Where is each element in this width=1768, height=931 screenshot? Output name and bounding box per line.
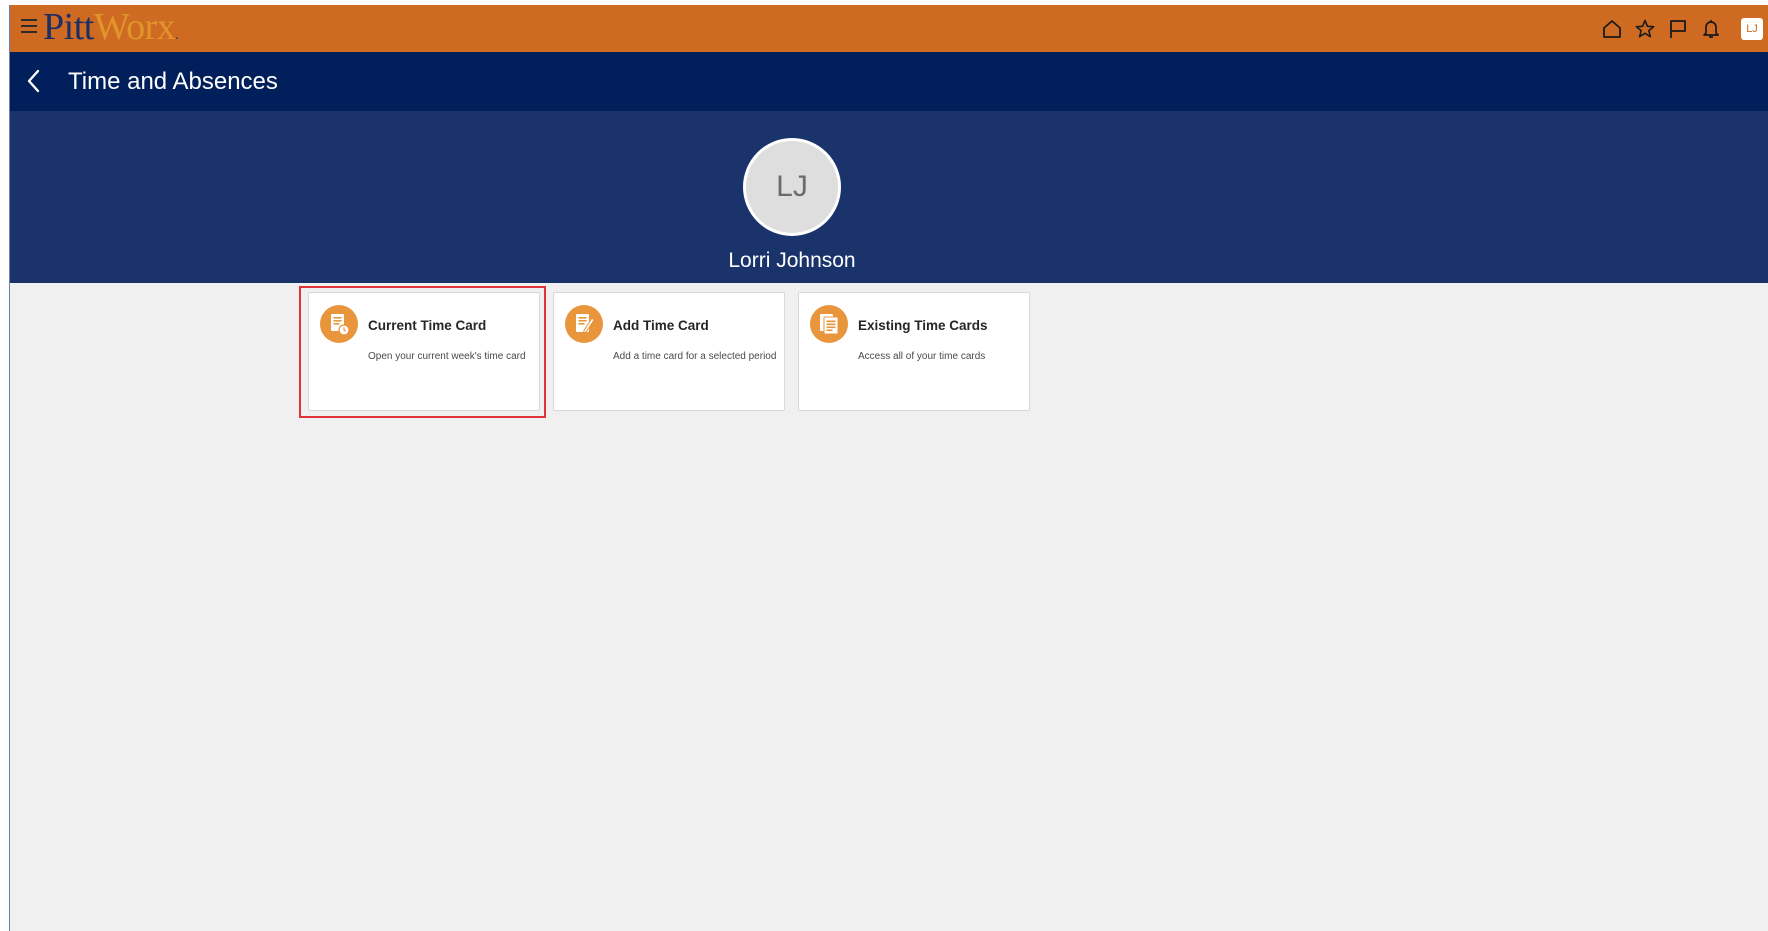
card-title: Current Time Card [368, 318, 487, 333]
pittworx-logo[interactable]: PittWorx. [43, 6, 179, 48]
add-time-card-tile[interactable]: Add Time Card Add a time card for a sele… [553, 292, 785, 411]
brand-bar: PittWorx. LJ [10, 5, 1768, 52]
timecard-clock-icon [320, 305, 358, 343]
card-title: Add Time Card [613, 318, 709, 333]
logo-text-pitt: Pitt [43, 6, 94, 48]
bell-icon[interactable] [1700, 18, 1722, 40]
document-stack-icon [810, 305, 848, 343]
card-title: Existing Time Cards [858, 318, 988, 333]
profile-banner: LJ Lorri Johnson [10, 111, 1768, 283]
star-icon[interactable] [1634, 18, 1656, 40]
current-time-card-tile[interactable]: Current Time Card Open your current week… [308, 292, 540, 411]
profile-name: Lorri Johnson [728, 249, 856, 272]
menu-icon[interactable] [21, 19, 37, 35]
edit-document-icon [565, 305, 603, 343]
logo-text-dot: . [175, 28, 179, 43]
page-header: Time and Absences [10, 52, 1768, 111]
chevron-left-icon[interactable] [24, 66, 44, 96]
home-icon[interactable] [1601, 18, 1623, 40]
card-description: Add a time card for a selected period [613, 351, 777, 362]
app-window: PittWorx. LJ Time and Absences LJ Lorri … [10, 5, 1768, 931]
profile-avatar: LJ [743, 138, 841, 236]
page-title: Time and Absences [68, 68, 278, 95]
flag-icon[interactable] [1667, 18, 1689, 40]
logo-text-worx: Worx [93, 6, 176, 48]
user-avatar-button[interactable]: LJ [1741, 18, 1763, 40]
card-description: Open your current week's time card [368, 351, 526, 362]
existing-time-cards-tile[interactable]: Existing Time Cards Access all of your t… [798, 292, 1030, 411]
card-description: Access all of your time cards [858, 351, 986, 362]
